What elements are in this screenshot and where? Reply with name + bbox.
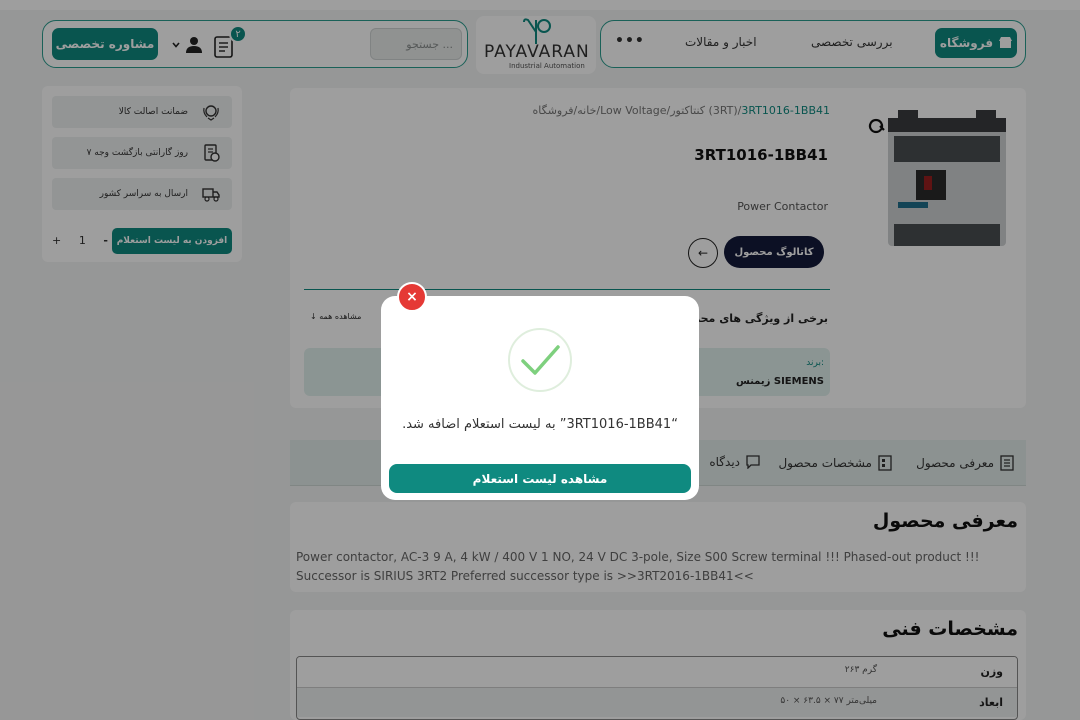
close-modal-button[interactable]: × <box>397 282 427 312</box>
view-inquiry-list-button[interactable]: مشاهده لیست استعلام <box>389 464 691 493</box>
page: مشاوره تخصصی ۲ جستجو ... PAYAVARAN Indus… <box>0 0 1080 720</box>
close-icon: × <box>406 289 418 305</box>
success-check-icon <box>508 328 572 392</box>
inquiry-added-modal: “3RT1016-1BB41” به لیست استعلام اضافه شد… <box>381 296 699 500</box>
modal-message: “3RT1016-1BB41” به لیست استعلام اضافه شد… <box>402 417 678 432</box>
